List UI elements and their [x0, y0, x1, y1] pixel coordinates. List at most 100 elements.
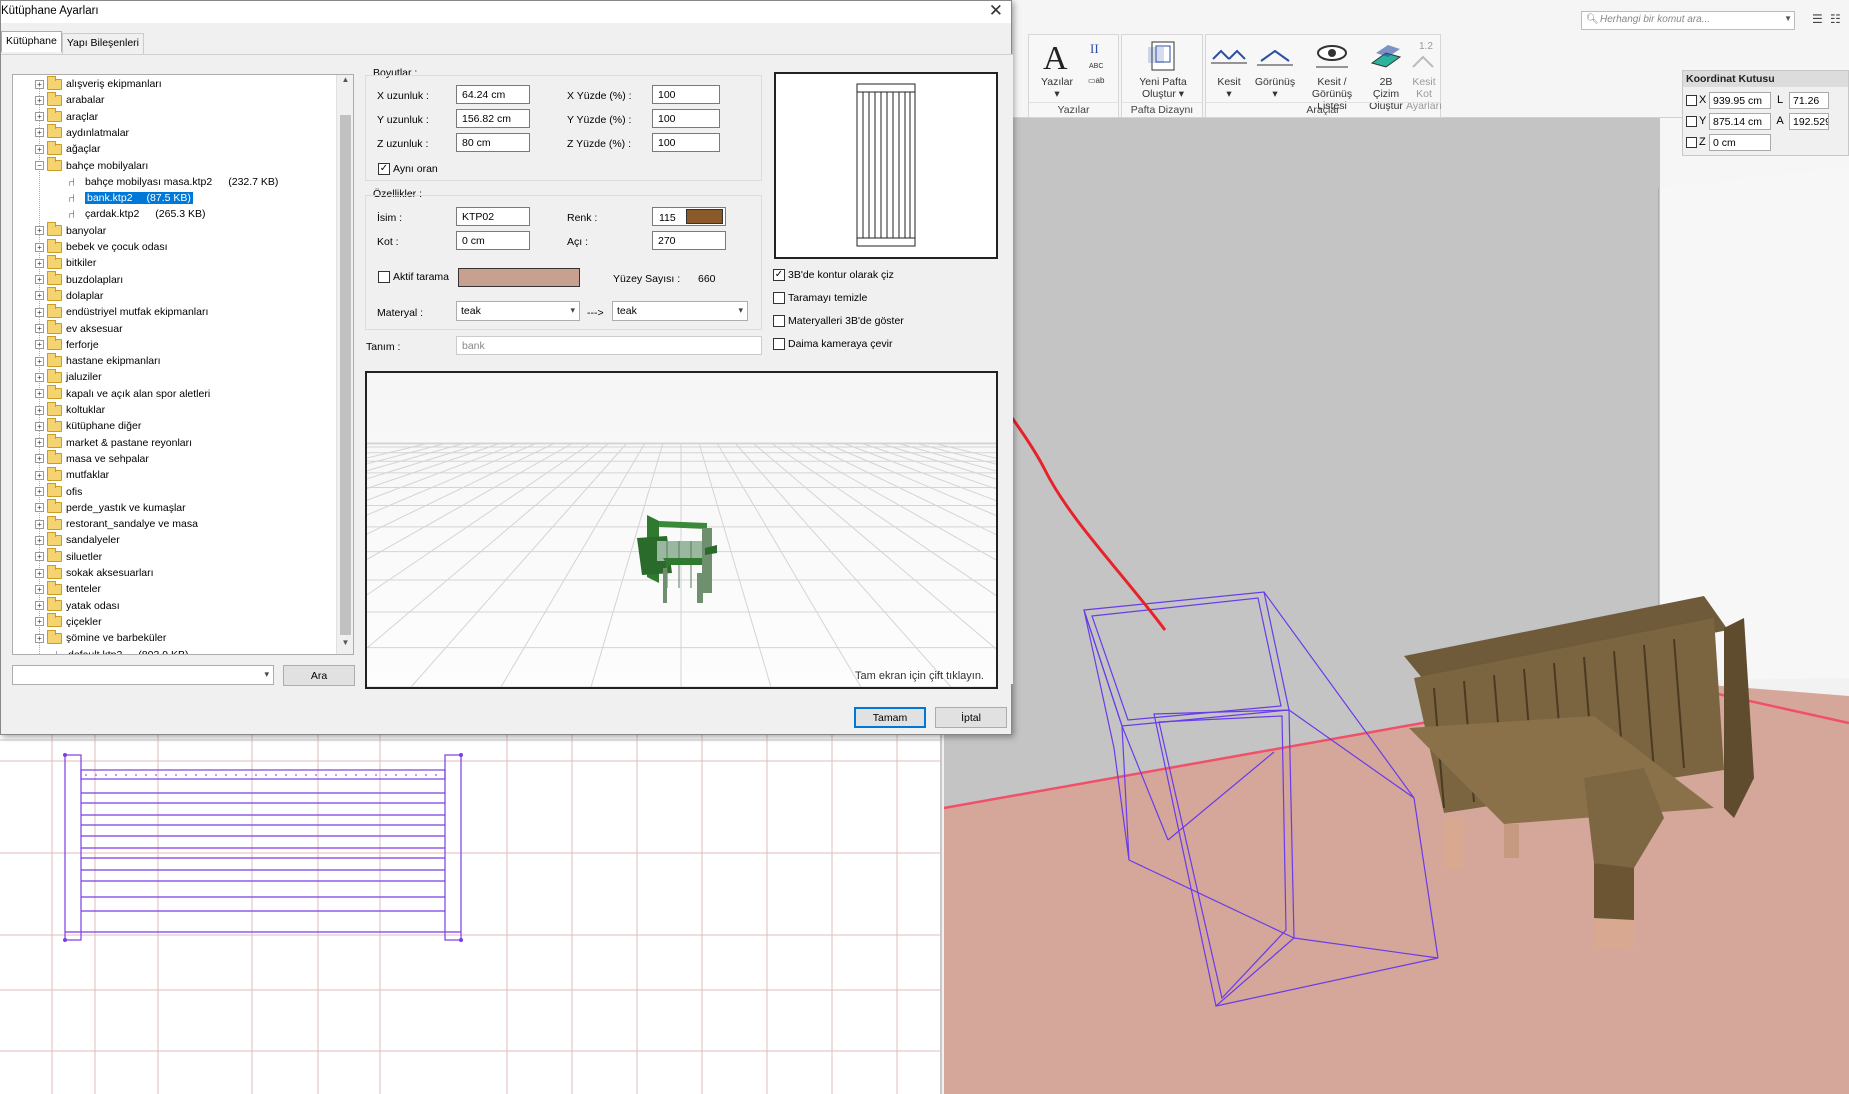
scroll-up-icon[interactable]: ▲ — [337, 75, 353, 91]
tree-folder[interactable]: + sokak aksesuarları — [35, 564, 154, 581]
expand-icon[interactable]: + — [35, 470, 44, 480]
coord-a-value[interactable]: 192.529 — [1789, 112, 1829, 130]
coord-z-value[interactable]: 0 cm — [1709, 133, 1771, 151]
yazilar-button[interactable]: A Yazılar ▾ — [1037, 39, 1077, 100]
coord-x-checkbox[interactable] — [1686, 94, 1697, 106]
option-tarama-temizle[interactable]: Taramayı temizle — [773, 292, 867, 304]
expand-icon[interactable]: + — [35, 242, 44, 252]
ara-button[interactable]: Ara — [283, 665, 355, 686]
close-icon[interactable]: ✕ — [989, 1, 1003, 21]
tree-folder[interactable]: + endüstriyel mutfak ekipmanları — [35, 303, 208, 320]
expand-icon[interactable]: + — [35, 389, 44, 399]
expand-icon[interactable]: + — [35, 552, 44, 562]
expand-icon[interactable]: + — [35, 633, 44, 643]
expand-icon[interactable]: + — [35, 568, 44, 578]
scroll-down-icon[interactable]: ▼ — [337, 638, 353, 654]
aci-input[interactable]: 270 — [652, 231, 726, 250]
kesit-button[interactable]: Kesit ▾ — [1208, 39, 1250, 100]
coord-l-value[interactable]: 71.26 cm — [1789, 91, 1829, 109]
z-length-input[interactable]: 80 cm — [456, 133, 530, 152]
yeni-pafta-button[interactable]: Yeni Pafta Oluştur ▾ — [1124, 39, 1202, 100]
tree-folder[interactable]: + dolaplar — [35, 287, 103, 304]
x-percent-input[interactable]: 100 — [652, 85, 720, 104]
tree-folder[interactable]: + restorant_sandalye ve masa — [35, 515, 198, 532]
tree-folder[interactable]: + buzdolapları — [35, 271, 123, 288]
tree-folder[interactable]: + kütüphane diğer — [35, 417, 141, 434]
aktif-tarama-checkbox[interactable]: Aktif tarama — [378, 271, 449, 283]
expand-icon[interactable]: + — [35, 324, 44, 333]
expand-icon[interactable]: + — [35, 372, 44, 382]
expand-icon[interactable]: + — [35, 95, 44, 105]
tab-yapi-bilesenleri[interactable]: Yapı Bileşenleri — [61, 33, 144, 54]
iptal-button[interactable]: İptal — [935, 707, 1007, 728]
renk-picker[interactable]: 115 — [652, 207, 726, 226]
tree-folder[interactable]: + ferforje — [35, 336, 99, 353]
tree-folder[interactable]: + ağaçlar — [35, 140, 100, 157]
tree-folder[interactable]: + sandalyeler — [35, 531, 120, 548]
tamam-button[interactable]: Tamam — [854, 707, 926, 728]
expand-icon[interactable]: + — [35, 601, 44, 611]
menu-options-icon[interactable]: ☷ — [1830, 12, 1841, 26]
expand-icon[interactable]: + — [35, 487, 44, 496]
expand-icon[interactable]: + — [35, 340, 44, 350]
tree-file[interactable]: ⑁ bank.ktp2 (87.5 KB) — [68, 190, 193, 206]
kot-input[interactable]: 0 cm — [456, 231, 530, 250]
isim-input[interactable]: KTP02 — [456, 207, 530, 226]
tree-folder[interactable]: + tenteler — [35, 580, 101, 597]
2d-preview[interactable] — [774, 72, 998, 259]
materyal-target-combo[interactable]: teak ▾ — [612, 301, 748, 321]
expand-icon[interactable]: + — [35, 584, 44, 594]
plan-view[interactable] — [0, 735, 942, 1094]
3d-viewport[interactable] — [944, 118, 1849, 1094]
expand-icon[interactable]: + — [35, 112, 44, 122]
3d-preview[interactable]: Tam ekran için çift tıklayın. — [365, 371, 998, 689]
tree-folder[interactable]: + hastane ekipmanları — [35, 352, 161, 369]
expand-icon[interactable]: + — [35, 535, 44, 545]
tree-folder[interactable]: − bahçe mobilyaları — [35, 157, 148, 174]
expand-icon[interactable]: + — [35, 226, 44, 236]
tree-folder[interactable]: + ev aksesuar — [35, 320, 123, 337]
tree-folder[interactable]: + yatak odası — [35, 597, 120, 614]
expand-icon[interactable]: + — [35, 503, 44, 513]
collapse-icon[interactable]: − — [35, 161, 44, 170]
tree-file[interactable]: ⑁ çardak.ktp2 (265.3 KB) — [68, 206, 205, 222]
expand-icon[interactable]: + — [35, 128, 44, 138]
tree-folder[interactable]: + perde_yastık ve kumaşlar — [35, 499, 186, 516]
chevron-down-icon[interactable]: ▼ — [1784, 14, 1792, 23]
option-materyalleri-goster[interactable]: Materyalleri 3B'de göster — [773, 315, 904, 327]
expand-icon[interactable]: + — [35, 144, 44, 154]
menu-list-icon[interactable]: ☰ — [1812, 12, 1823, 26]
tree-folder[interactable]: + banyolar — [35, 222, 106, 239]
library-search-combo[interactable]: ▾ — [12, 665, 274, 685]
scroll-thumb[interactable] — [340, 115, 351, 635]
tree-folder[interactable]: + çiçekler — [35, 613, 102, 630]
coord-y-checkbox[interactable] — [1686, 115, 1697, 127]
coord-y-value[interactable]: 875.14 cm — [1709, 112, 1771, 130]
tree-folder[interactable]: + bitkiler — [35, 254, 96, 271]
tree-folder[interactable]: + siluetler — [35, 548, 102, 565]
tree-folder[interactable]: + mutfaklar — [35, 466, 109, 483]
coord-x-value[interactable]: 939.95 cm — [1709, 91, 1771, 109]
expand-icon[interactable]: + — [35, 617, 44, 627]
z-percent-input[interactable]: 100 — [652, 133, 720, 152]
expand-icon[interactable]: + — [35, 438, 44, 448]
expand-icon[interactable]: + — [35, 454, 44, 464]
tree-file[interactable]: ⑁ default.ktp2 (803.9 KB) — [51, 647, 189, 655]
tree-folder[interactable]: + kapalı ve açık alan spor aletleri — [35, 385, 210, 402]
tree-file[interactable]: ⑁ bahçe mobilyası masa.ktp2 (232.7 KB) — [68, 174, 278, 190]
expand-icon[interactable]: + — [35, 275, 44, 285]
expand-icon[interactable]: + — [35, 258, 44, 268]
expand-icon[interactable]: + — [35, 405, 44, 415]
command-search-input[interactable]: 🔍︎ Herhangi bir komut ara... ▼ — [1581, 11, 1795, 30]
expand-icon[interactable]: + — [35, 307, 44, 317]
tree-folder[interactable]: + ofis — [35, 483, 82, 500]
tree-folder[interactable]: + araçlar — [35, 108, 98, 125]
expand-icon[interactable]: + — [35, 291, 44, 301]
expand-icon[interactable]: + — [35, 421, 44, 431]
tab-kutuphane[interactable]: Kütüphane — [1, 31, 62, 52]
tarama-color-button[interactable] — [458, 268, 580, 287]
gorunus-button[interactable]: Görünüş ▾ — [1252, 39, 1298, 100]
expand-icon[interactable]: + — [35, 356, 44, 366]
tree-folder[interactable]: + aydınlatmalar — [35, 124, 129, 141]
tanim-input[interactable]: bank — [456, 336, 762, 355]
